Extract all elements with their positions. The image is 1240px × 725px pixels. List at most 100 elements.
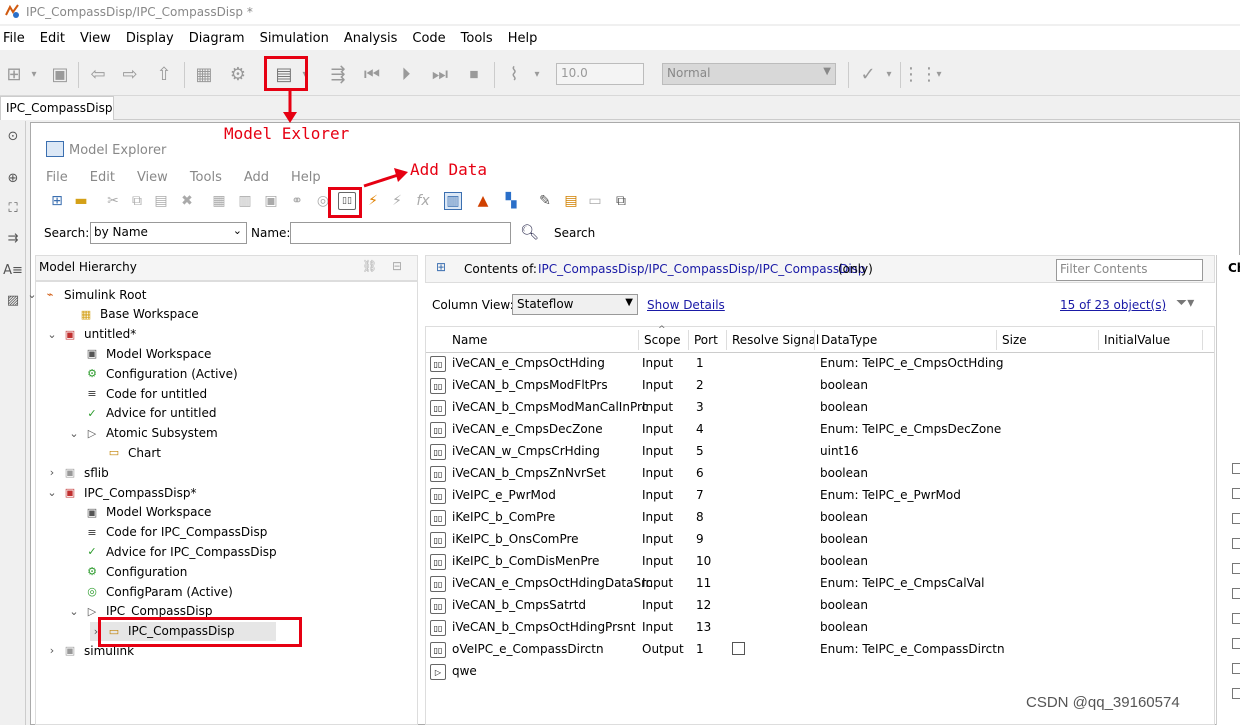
table-row[interactable]: ▯▯ iKeIPC_b_ComPre Input 8 boolean: [426, 506, 1214, 528]
forward-icon[interactable]: ⇨: [118, 62, 142, 86]
tree-node[interactable]: ⚙ Configuration: [68, 562, 187, 581]
expand-chevron-icon[interactable]: ⌄: [26, 288, 38, 301]
col-port[interactable]: Port: [694, 333, 718, 347]
add-message-icon[interactable]: ⚡: [388, 192, 406, 210]
collapse-chevron-icon[interactable]: ›: [46, 644, 58, 657]
table-row[interactable]: ▯▯ iVeIPC_e_PwrMod Input 7 Enum: TeIPC_e_Pwr…: [426, 484, 1214, 506]
back-icon[interactable]: ⇦: [86, 62, 110, 86]
zoom-icon[interactable]: ⊕: [4, 169, 22, 187]
show-details-link[interactable]: Show Details: [647, 298, 725, 312]
menu-help[interactable]: Help: [508, 31, 538, 46]
expand-chevron-icon[interactable]: ⌄: [68, 427, 80, 440]
tree-node[interactable]: ▣ Model Workspace: [68, 503, 212, 522]
tree-node[interactable]: ≡ Code for untitled: [68, 384, 207, 403]
matlab-icon[interactable]: ▲: [474, 192, 492, 210]
new-model-icon[interactable]: ⊞: [2, 62, 26, 86]
filter-funnel-icon[interactable]: ⏷▾: [1176, 295, 1194, 311]
menu-view[interactable]: View: [80, 31, 111, 46]
tree-node[interactable]: ◎ ConfigParam (Active): [68, 582, 233, 601]
tree-node[interactable]: ▦ Base Workspace: [62, 305, 199, 324]
check-icon[interactable]: ✓: [856, 62, 880, 86]
window-icon[interactable]: ▭: [586, 192, 604, 210]
stop-icon[interactable]: ⏹: [462, 62, 486, 86]
tree-node[interactable]: ⌄ ▷ Atomic Subsystem: [68, 424, 217, 443]
search-button[interactable]: Search: [554, 226, 595, 240]
duplicate-icon[interactable]: ⧉: [612, 192, 630, 210]
resolve-signal-checkbox[interactable]: [732, 642, 745, 655]
name-search-input[interactable]: [290, 222, 511, 244]
explorer-menu-view[interactable]: View: [137, 170, 168, 186]
property-checkbox[interactable]: [1232, 588, 1240, 599]
stop-time-input[interactable]: 10.0: [556, 63, 644, 85]
table-row[interactable]: ▯▯ iKeIPC_b_ComDisMenPre Input 10 boolean: [426, 550, 1214, 572]
explorer-menu-edit[interactable]: Edit: [90, 170, 115, 186]
col-resolve-signal[interactable]: Resolve Signal: [732, 333, 819, 347]
open-folder-icon[interactable]: ▬: [72, 192, 90, 210]
library-browser-icon[interactable]: ▦: [192, 62, 216, 86]
column-view-select[interactable]: Stateflow ▼: [512, 294, 638, 315]
tree-node[interactable]: › ▣ sflib: [46, 463, 109, 482]
tab-ipc-compassdisp[interactable]: IPC_CompassDisp: [0, 96, 114, 120]
menu-display[interactable]: Display: [126, 31, 174, 46]
menu-edit[interactable]: Edit: [40, 31, 65, 46]
col-size[interactable]: Size: [1002, 333, 1027, 347]
table-row[interactable]: ▯▯ oVeIPC_e_CompassDirctn Output 1 Enum: TeI…: [426, 638, 1214, 660]
menu-simulation[interactable]: Simulation: [260, 31, 329, 46]
property-checkbox[interactable]: [1232, 688, 1240, 699]
hide-show-icon[interactable]: ⊙: [4, 127, 22, 145]
tree-node[interactable]: ▭ Chart: [90, 443, 161, 462]
tree-node[interactable]: ⌄ ▣ untitled*: [46, 325, 136, 344]
subsystem-add-icon[interactable]: ▣: [262, 192, 280, 210]
delete-icon[interactable]: ✖: [178, 192, 196, 210]
tree-node[interactable]: ✓ Advice for untitled: [68, 404, 216, 423]
run-icon[interactable]: ⏵: [394, 62, 418, 86]
tree-node[interactable]: ≡ Code for IPC_CompassDisp: [68, 523, 267, 542]
new-model-icon[interactable]: ⊞: [48, 192, 66, 210]
fit-view-icon[interactable]: ⛶: [4, 199, 22, 217]
edit-props-icon[interactable]: ✎: [536, 192, 554, 210]
table-row[interactable]: ▯▯ iVeCAN_e_CmpsOctHdingDataSrc Input 11 Enu…: [426, 572, 1214, 594]
annotation-icon[interactable]: A≡: [3, 261, 23, 279]
menu-code[interactable]: Code: [412, 31, 445, 46]
arrow-icon[interactable]: ⇉: [4, 229, 22, 247]
explorer-menu-file[interactable]: File: [46, 170, 68, 186]
build-icon[interactable]: ⇶: [326, 62, 350, 86]
add-event-icon[interactable]: ⚡: [364, 192, 382, 210]
expand-chevron-icon[interactable]: ⌄: [68, 605, 80, 618]
link-icon[interactable]: ⚭: [288, 192, 306, 210]
link-icon[interactable]: ⛓: [362, 259, 377, 273]
copy-icon[interactable]: ⧉: [128, 192, 146, 210]
table-row[interactable]: ▷ qwe: [426, 660, 1214, 682]
scope-icon[interactable]: ⌇: [502, 62, 526, 86]
property-checkbox[interactable]: [1232, 663, 1240, 674]
property-checkbox[interactable]: [1232, 463, 1240, 474]
table-row[interactable]: ▯▯ iVeCAN_b_CmpsModFltPrs Input 2 boolean: [426, 374, 1214, 396]
report-icon[interactable]: ▤: [562, 192, 580, 210]
table-row[interactable]: ▯▯ iVeCAN_b_CmpsOctHdingPrsnt Input 13 boole…: [426, 616, 1214, 638]
tree-node[interactable]: ⚙ Configuration (Active): [68, 364, 238, 383]
table-row[interactable]: ▯▯ iVeCAN_e_CmpsDecZone Input 4 Enum: TeIPC_…: [426, 418, 1214, 440]
data-dictionary-icon[interactable]: ▚: [502, 192, 520, 210]
cut-icon[interactable]: ✂: [104, 192, 122, 210]
search-by-select[interactable]: by Name ⌄: [90, 222, 247, 244]
grid-icon[interactable]: ▦: [210, 192, 228, 210]
tree-node[interactable]: ⌄ ⌁ Simulink Root: [26, 285, 146, 304]
contents-path-link[interactable]: IPC_CompassDisp/IPC_CompassDisp/IPC_Comp…: [538, 262, 866, 276]
block-icon[interactable]: ▥: [236, 192, 254, 210]
table-row[interactable]: ▯▯ iKeIPC_b_OnsComPre Input 9 boolean: [426, 528, 1214, 550]
scope-dropdown-icon[interactable]: ▾: [532, 62, 542, 86]
menu-diagram[interactable]: Diagram: [189, 31, 245, 46]
simulation-mode-select[interactable]: Normal ▼: [662, 63, 836, 85]
property-checkbox[interactable]: [1232, 538, 1240, 549]
col-scope[interactable]: Scope: [644, 333, 681, 347]
function-icon[interactable]: fx: [414, 192, 432, 210]
save-icon[interactable]: ▣: [48, 62, 72, 86]
table-row[interactable]: ▯▯ iVeCAN_w_CmpsCrHding Input 5 uint16: [426, 440, 1214, 462]
property-checkbox[interactable]: [1232, 638, 1240, 649]
grid-dropdown-icon[interactable]: ▾: [934, 62, 944, 86]
step-forward-icon[interactable]: ⏭: [428, 62, 452, 86]
step-back-icon[interactable]: ⏮: [360, 62, 384, 86]
model-settings-icon[interactable]: ⚙: [226, 62, 250, 86]
expand-chevron-icon[interactable]: ⌄: [46, 328, 58, 341]
property-checkbox[interactable]: [1232, 488, 1240, 499]
